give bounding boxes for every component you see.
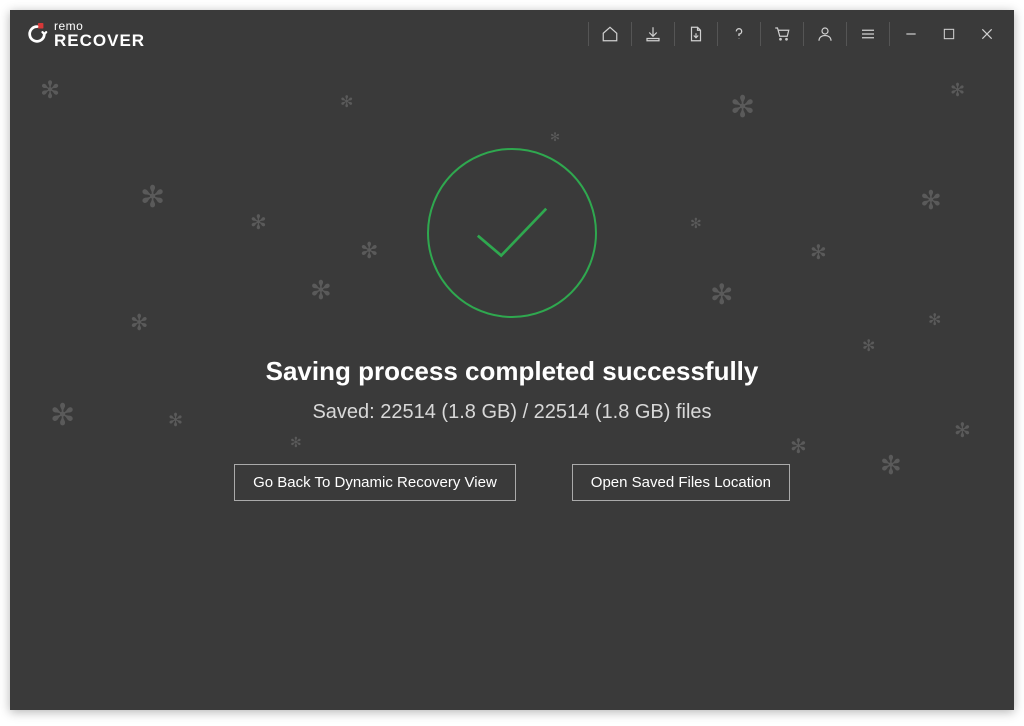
user-icon: [816, 25, 834, 43]
home-button[interactable]: [591, 10, 629, 58]
home-icon: [601, 25, 619, 43]
cart-button[interactable]: [763, 10, 801, 58]
go-back-button[interactable]: Go Back To Dynamic Recovery View: [234, 464, 516, 501]
brand-name-bottom: RECOVER: [54, 32, 145, 49]
minimize-icon: [903, 26, 919, 42]
logo-icon: [26, 23, 48, 45]
export-button[interactable]: [677, 10, 715, 58]
cart-icon: [773, 25, 791, 43]
export-icon: [687, 25, 705, 43]
titlebar-controls: [586, 10, 1006, 58]
help-icon: [731, 25, 747, 43]
app-logo: remo RECOVER: [26, 20, 145, 49]
close-button[interactable]: [968, 10, 1006, 58]
status-detail: Saved: 22514 (1.8 GB) / 22514 (1.8 GB) f…: [312, 401, 711, 424]
help-button[interactable]: [720, 10, 758, 58]
open-location-button[interactable]: Open Saved Files Location: [572, 464, 790, 501]
app-window: ✻ ✻ ✻ ✻ ✻ ✻ ✻ ✻ ✻ ✻ ✻ ✻ ✻ ✻ ✻ ✻ ✻ ✻ ✻ ✻ …: [10, 10, 1014, 710]
main-content: Saving process completed successfully Sa…: [10, 58, 1014, 710]
download-icon: [644, 25, 662, 43]
action-buttons: Go Back To Dynamic Recovery View Open Sa…: [234, 464, 790, 501]
maximize-icon: [942, 27, 956, 41]
titlebar: remo RECOVER: [10, 10, 1014, 58]
brand-name-top: remo: [54, 20, 145, 32]
maximize-button[interactable]: [930, 10, 968, 58]
close-icon: [979, 26, 995, 42]
status-headline: Saving process completed successfully: [266, 356, 759, 387]
hamburger-icon: [859, 25, 877, 43]
download-button[interactable]: [634, 10, 672, 58]
account-button[interactable]: [806, 10, 844, 58]
success-checkmark-icon: [427, 148, 597, 318]
menu-button[interactable]: [849, 10, 887, 58]
minimize-button[interactable]: [892, 10, 930, 58]
